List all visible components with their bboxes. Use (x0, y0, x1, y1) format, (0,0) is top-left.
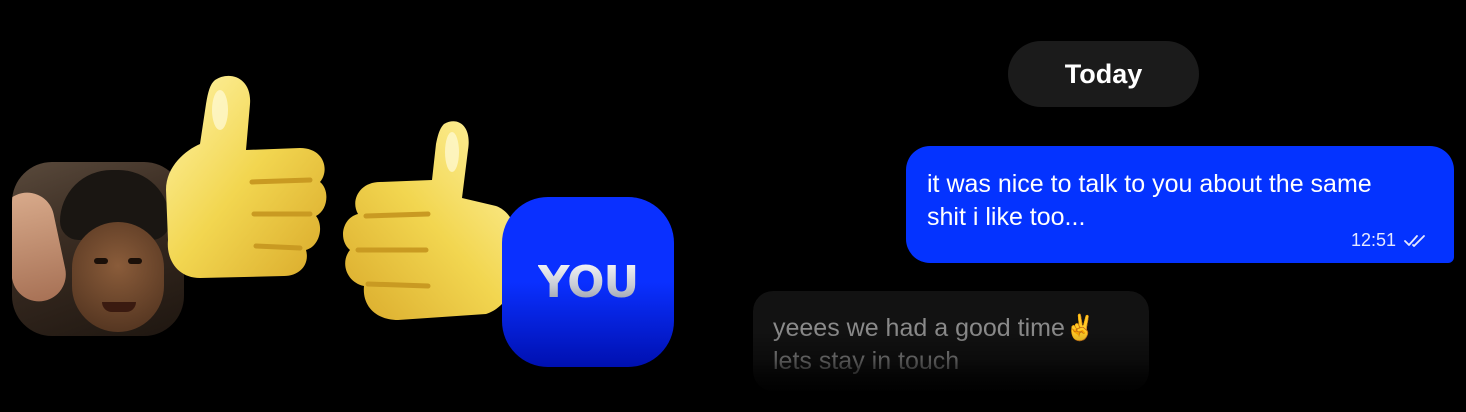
you-sticker: YOU (502, 197, 674, 367)
thumbs-up-icon (166, 75, 327, 278)
avatar-photo (12, 162, 184, 336)
outgoing-message-bubble[interactable]: it was nice to talk to you about the sam… (906, 146, 1454, 263)
bottom-fade (740, 360, 1170, 412)
message-meta: 12:51 (1351, 230, 1428, 251)
double-check-icon (1404, 234, 1425, 247)
date-separator: Today (1008, 41, 1199, 107)
thumbs-up-icon (343, 121, 518, 321)
you-label: YOU (537, 256, 639, 308)
message-time: 12:51 (1350, 230, 1396, 250)
outgoing-message-text: it was nice to talk to you about the sam… (927, 170, 1372, 231)
